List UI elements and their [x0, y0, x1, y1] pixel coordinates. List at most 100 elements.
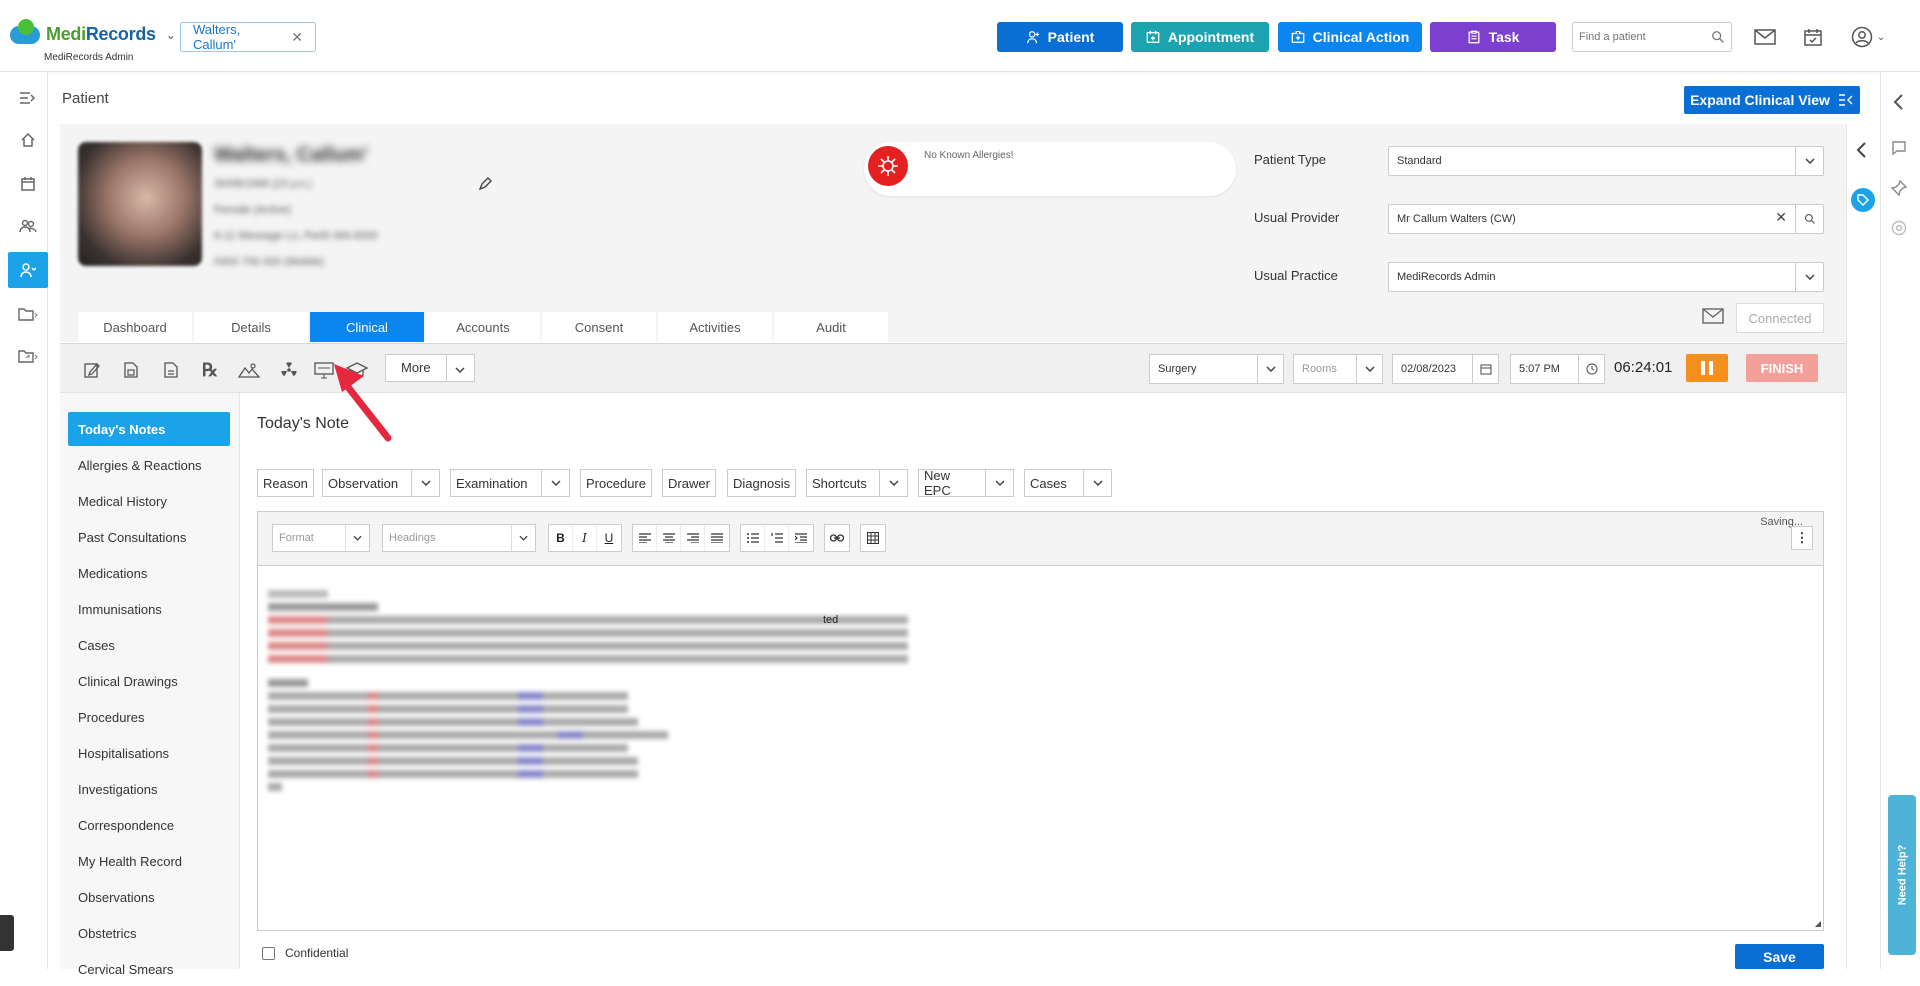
pause-button[interactable] — [1686, 354, 1728, 382]
chevron-down-icon[interactable] — [1356, 355, 1382, 383]
folder-icon[interactable] — [8, 296, 48, 332]
headings-select[interactable]: Headings — [382, 524, 536, 552]
examination-dropdown[interactable]: Examination — [450, 469, 570, 497]
location-select[interactable]: Surgery — [1149, 354, 1284, 384]
shortcuts-dropdown[interactable]: Shortcuts — [806, 469, 908, 497]
chat-icon[interactable] — [1891, 140, 1907, 159]
reason-button[interactable]: Reason — [257, 469, 314, 497]
patient-icon[interactable] — [8, 252, 48, 288]
clinical-nav-cervical-smears[interactable]: Cervical Smears — [68, 952, 230, 986]
bullet-list-icon[interactable] — [741, 525, 765, 551]
clinical-nav-hospitalisations[interactable]: Hospitalisations — [68, 736, 230, 770]
procedure-button[interactable]: Procedure — [580, 469, 652, 497]
need-help-tab[interactable]: Need Help? — [1888, 795, 1916, 955]
patient-type-select[interactable]: Standard — [1388, 146, 1824, 176]
cases-dropdown[interactable]: Cases — [1024, 469, 1112, 497]
calendar-check-icon[interactable] — [1800, 25, 1826, 49]
clinical-nav-procedures[interactable]: Procedures — [68, 700, 230, 734]
time-field[interactable]: 5:07 PM — [1510, 354, 1605, 384]
indent-icon[interactable] — [789, 525, 813, 551]
align-left-icon[interactable] — [633, 525, 657, 551]
link-icon[interactable] — [825, 525, 849, 551]
prescription-icon[interactable]: ℞ — [199, 359, 221, 381]
chevron-down-icon[interactable] — [1257, 355, 1283, 383]
tab-audit[interactable]: Audit — [774, 312, 888, 342]
tab-consent[interactable]: Consent — [542, 312, 656, 342]
home-icon[interactable] — [8, 122, 48, 158]
new-task-button[interactable]: Task — [1430, 22, 1556, 52]
folder-export-icon[interactable] — [8, 338, 48, 374]
align-center-icon[interactable] — [657, 525, 681, 551]
clinical-nav-correspondence[interactable]: Correspondence — [68, 808, 230, 842]
new-epc-dropdown[interactable]: New EPC — [918, 468, 1014, 498]
align-right-icon[interactable] — [681, 525, 705, 551]
mail-icon[interactable] — [1752, 25, 1778, 49]
diagnosis-button[interactable]: Diagnosis — [727, 469, 797, 497]
document-lock-icon[interactable] — [120, 359, 142, 381]
clinical-nav-observations[interactable]: Observations — [68, 880, 230, 914]
bold-icon[interactable]: B — [549, 525, 573, 551]
numbered-list-icon[interactable] — [765, 525, 789, 551]
document-icon[interactable] — [160, 359, 182, 381]
mountains-icon[interactable] — [238, 359, 260, 381]
pin-icon[interactable] — [1890, 179, 1908, 199]
chevron-down-icon[interactable] — [985, 470, 1013, 496]
close-icon[interactable]: ✕ — [291, 29, 303, 46]
tab-accounts[interactable]: Accounts — [426, 312, 540, 342]
clinical-nav-past-consultations[interactable]: Past Consultations — [68, 520, 230, 554]
new-patient-button[interactable]: Patient — [997, 22, 1123, 52]
chevron-down-icon[interactable] — [1083, 470, 1111, 496]
edit-pencil-icon[interactable] — [478, 176, 494, 195]
observation-dropdown[interactable]: Observation — [322, 469, 440, 497]
chevron-left-icon[interactable] — [1893, 94, 1905, 113]
side-drawer-handle[interactable] — [0, 915, 14, 951]
clinical-nav-medical-history[interactable]: Medical History — [68, 484, 230, 518]
expand-clinical-view-button[interactable]: Expand Clinical View — [1684, 86, 1860, 114]
finish-button[interactable]: FINISH — [1746, 354, 1818, 382]
align-justify-icon[interactable] — [705, 525, 729, 551]
save-button[interactable]: Save — [1735, 944, 1824, 969]
chevron-down-icon[interactable] — [1795, 147, 1823, 175]
clinical-nav-my-health-record[interactable]: My Health Record — [68, 844, 230, 878]
radiation-icon[interactable] — [278, 359, 300, 381]
resize-handle-icon[interactable]: ◢ — [1815, 919, 1821, 928]
tab-details[interactable]: Details — [194, 312, 308, 342]
user-menu[interactable]: ⌄ — [1846, 25, 1890, 49]
patient-search-input[interactable] — [1579, 31, 1699, 43]
chevron-down-icon[interactable]: ⌄ — [166, 28, 176, 42]
table-icon[interactable] — [861, 525, 885, 551]
clinical-nav-cases[interactable]: Cases — [68, 628, 230, 662]
app-logo[interactable]: MediRecords ⌄ — [10, 18, 176, 45]
tab-activities[interactable]: Activities — [658, 312, 772, 342]
clinical-nav-medications[interactable]: Medications — [68, 556, 230, 590]
chevron-down-icon[interactable] — [345, 525, 369, 551]
calendar-icon[interactable] — [1472, 355, 1498, 383]
rooms-select[interactable]: Rooms — [1293, 354, 1383, 384]
note-edit-icon[interactable] — [81, 359, 103, 381]
underline-icon[interactable]: U — [597, 525, 621, 551]
search-icon[interactable] — [1711, 30, 1725, 44]
open-patient-chip[interactable]: Walters, Callum' ✕ — [180, 22, 316, 52]
format-select[interactable]: Format — [272, 524, 370, 552]
allergy-banner[interactable]: No Known Allergies! — [864, 142, 1236, 196]
chevron-down-icon[interactable] — [1795, 263, 1823, 291]
clinical-nav-immunisations[interactable]: Immunisations — [68, 592, 230, 626]
clinical-nav-obstetrics[interactable]: Obstetrics — [68, 916, 230, 950]
note-editor[interactable]: Format Headings B I U Saving... ⋮ ted ◢ — [257, 511, 1824, 931]
patients-group-icon[interactable] — [8, 208, 48, 244]
more-options-icon[interactable]: ⋮ — [1791, 526, 1813, 550]
clinical-nav-allergies[interactable]: Allergies & Reactions — [68, 448, 230, 482]
calendar-icon[interactable] — [8, 166, 48, 202]
at-sign-icon[interactable] — [1891, 220, 1907, 239]
chevron-down-icon[interactable] — [511, 525, 535, 551]
chevron-down-icon[interactable] — [541, 470, 569, 496]
new-appointment-button[interactable]: Appointment — [1131, 22, 1269, 52]
search-icon[interactable] — [1795, 205, 1823, 233]
collapse-menu-icon[interactable] — [8, 80, 48, 116]
clinical-nav-investigations[interactable]: Investigations — [68, 772, 230, 806]
usual-provider-select[interactable]: Mr Callum Walters (CW) ✕ — [1388, 204, 1824, 234]
clinical-nav-clinical-drawings[interactable]: Clinical Drawings — [68, 664, 230, 698]
usual-practice-select[interactable]: MediRecords Admin — [1388, 262, 1824, 292]
chevron-down-icon[interactable] — [447, 361, 474, 376]
clear-icon[interactable]: ✕ — [1775, 209, 1787, 226]
